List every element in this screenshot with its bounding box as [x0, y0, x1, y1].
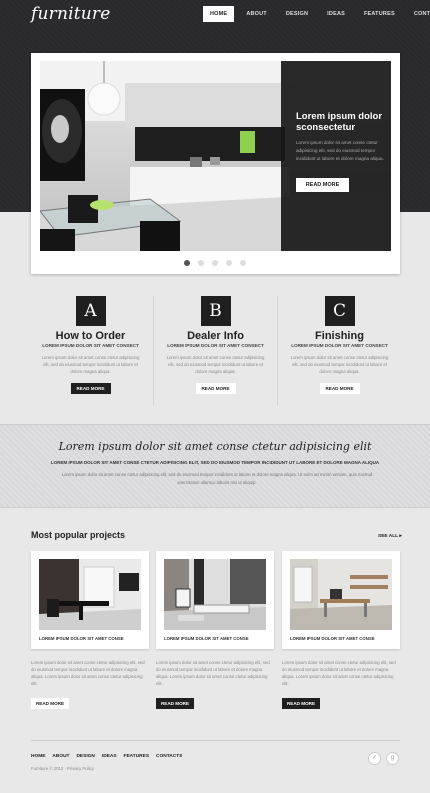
nav-ideas[interactable]: IDEAS — [320, 6, 352, 22]
nav-home[interactable]: HOME — [203, 6, 235, 22]
chevron-right-icon: ▸ — [399, 534, 402, 539]
project-caption: LOREM IPSUM DOLOR SIT AMET CONSE — [164, 636, 249, 641]
slider-dot-2[interactable] — [198, 260, 204, 266]
see-all-link[interactable]: SEE ALL ▸ — [378, 534, 402, 539]
nav-design[interactable]: DESIGN — [279, 6, 315, 22]
footer-nav-about[interactable]: ABOUT — [52, 754, 69, 759]
see-all-label: SEE ALL — [378, 534, 398, 539]
slider-dot-3[interactable] — [212, 260, 218, 266]
project-read-more-button[interactable]: READ MORE — [156, 698, 194, 709]
feature-read-more-button[interactable]: READ MORE — [70, 383, 111, 394]
feature-read-more-button[interactable]: READ MORE — [195, 383, 236, 394]
feature-title: Finishing — [315, 330, 364, 342]
feature-how-to-order: A How to Order LOREM IPSUM DOLOR SIT AME… — [29, 296, 152, 406]
slide-text: Lorem ipsum dolor sit amet conse ctetur … — [296, 140, 384, 161]
project-photo-living-room — [164, 559, 266, 630]
nav-about[interactable]: ABOUT — [239, 6, 274, 22]
project-photo-office — [39, 559, 141, 630]
project-card: LOREM IPSUM DOLOR SIT AMET CONSE Lorem i… — [282, 551, 400, 709]
image-slider: Lorem ipsum dolor sconsectetur Lorem ips… — [31, 53, 400, 274]
feature-finishing: C Finishing LOREM IPSUM DOLOR SIT AMET C… — [278, 296, 401, 406]
footer-nav-contacts[interactable]: CONTACTS — [156, 754, 182, 759]
project-photo-workspace — [290, 559, 392, 630]
feature-subtitle: LOREM IPSUM DOLOR SIT AMET CONSECT — [167, 343, 264, 348]
project-card-frame[interactable]: LOREM IPSUM DOLOR SIT AMET CONSE — [282, 551, 400, 649]
footer-nav-design[interactable]: DESIGN — [76, 754, 94, 759]
footer-nav-home[interactable]: HOME — [31, 754, 45, 759]
feature-dealer-info: B Dealer Info LOREM IPSUM DOLOR SIT AMET… — [154, 296, 277, 406]
footer-divider — [31, 740, 400, 741]
feature-read-more-button[interactable]: READ MORE — [319, 383, 360, 394]
project-caption: LOREM IPSUM DOLOR SIT AMET CONSE — [39, 636, 124, 641]
project-text: Lorem ipsum dolor sit amet conse ctetur … — [31, 660, 145, 686]
slide-title: Lorem ipsum dolor sconsectetur — [296, 111, 383, 133]
footer-nav-ideas[interactable]: IDEAS — [102, 754, 117, 759]
copyright-text: Furniture © 2012 · Privacy Policy — [31, 766, 94, 771]
project-card-frame[interactable]: LOREM IPSUM DOLOR SIT AMET CONSE — [31, 551, 149, 649]
feature-subtitle: LOREM IPSUM DOLOR SIT AMET CONSECT — [291, 343, 388, 348]
promo-banner: Lorem ipsum dolor sit amet conse ctetur … — [0, 424, 430, 508]
feature-letter-a: A — [75, 296, 106, 326]
site-logo[interactable]: furniture — [31, 4, 111, 24]
banner-text: Lorem ipsum dolor sit amet conse ctetur … — [61, 472, 373, 485]
feature-text: Lorem ipsum dolor sit amet conse ctetur … — [41, 355, 140, 374]
nav-features[interactable]: FEATURES — [357, 6, 402, 22]
project-card: LOREM IPSUM DOLOR SIT AMET CONSE Lorem i… — [156, 551, 274, 709]
projects-heading: Most popular projects — [31, 530, 126, 540]
main-nav: HOME ABOUT DESIGN IDEAS FEATURES CONTACT… — [203, 6, 430, 22]
footer-nav-features[interactable]: FEATURES — [124, 754, 150, 759]
slider-dot-4[interactable] — [226, 260, 232, 266]
project-text: Lorem ipsum dolor sit amet conse ctetur … — [156, 660, 270, 686]
google-plus-icon[interactable]: g — [386, 752, 399, 765]
feature-title: Dealer Info — [187, 330, 244, 342]
project-caption: LOREM IPSUM DOLOR SIT AMET CONSE — [290, 636, 375, 641]
feature-letter-c: C — [324, 296, 355, 326]
feature-letter-b: B — [200, 296, 231, 326]
twitter-icon[interactable]: ✓ — [368, 752, 381, 765]
banner-title: Lorem ipsum dolor sit amet conse ctetur … — [58, 440, 372, 453]
feature-text: Lorem ipsum dolor sit amet conse ctetur … — [290, 355, 389, 374]
banner-subtitle: LOREM IPSUM DOLOR SIT AMET CONSE CTETUR … — [50, 460, 380, 465]
slider-dot-5[interactable] — [240, 260, 246, 266]
slide-read-more-button[interactable]: READ MORE — [296, 178, 349, 192]
project-text: Lorem ipsum dolor sit amet conse ctetur … — [282, 660, 396, 686]
nav-contacts[interactable]: CONTACTS — [407, 6, 430, 22]
slider-dot-1[interactable] — [184, 260, 190, 266]
slide-caption: Lorem ipsum dolor sconsectetur Lorem ips… — [281, 61, 391, 251]
project-card: LOREM IPSUM DOLOR SIT AMET CONSE Lorem i… — [31, 551, 149, 709]
feature-title: How to Order — [55, 330, 126, 342]
project-read-more-button[interactable]: READ MORE — [282, 698, 320, 709]
footer-nav: HOME ABOUT DESIGN IDEAS FEATURES CONTACT… — [31, 754, 189, 759]
project-card-frame[interactable]: LOREM IPSUM DOLOR SIT AMET CONSE — [156, 551, 274, 649]
feature-text: Lorem ipsum dolor sit amet conse ctetur … — [166, 355, 265, 374]
feature-subtitle: LOREM IPSUM DOLOR SIT AMET CONSECT — [42, 343, 139, 348]
project-read-more-button[interactable]: READ MORE — [31, 698, 69, 709]
